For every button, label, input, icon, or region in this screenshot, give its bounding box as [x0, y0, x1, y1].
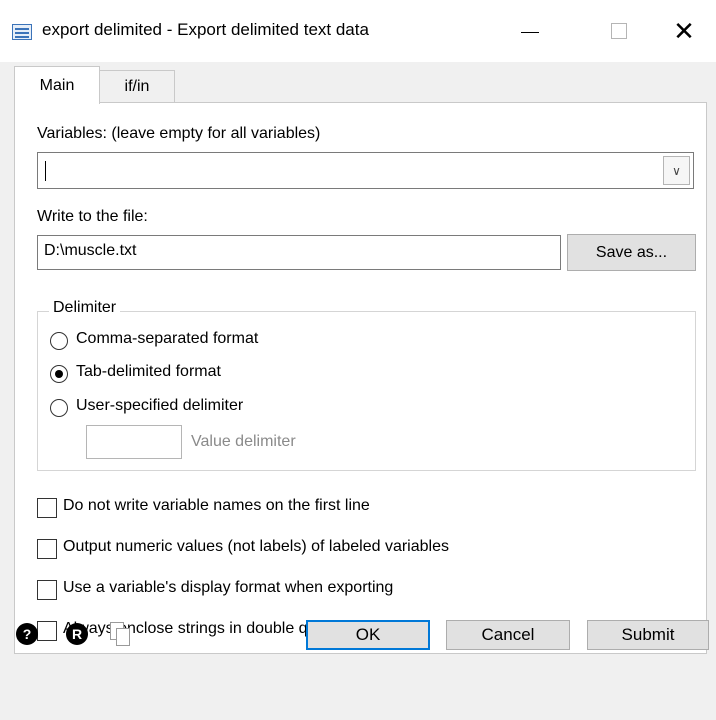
variables-label: Variables: (leave empty for all variable…: [37, 125, 321, 142]
checkbox-no-varnames[interactable]: [37, 498, 57, 518]
value-delimiter-label: Value delimiter: [191, 433, 296, 450]
chevron-down-icon[interactable]: ∨: [663, 156, 690, 185]
radio-tab-label[interactable]: Tab-delimited format: [76, 363, 221, 381]
tab-main[interactable]: Main: [14, 66, 100, 104]
file-path-input[interactable]: D:\muscle.txt: [37, 235, 561, 270]
file-label: Write to the file:: [37, 208, 148, 225]
app-icon: [12, 24, 32, 40]
checkbox-double-quotes[interactable]: [37, 621, 57, 641]
copy-icon[interactable]: [108, 620, 134, 648]
radio-user-label[interactable]: User-specified delimiter: [76, 397, 243, 415]
window-title: export delimited - Export delimited text…: [42, 20, 369, 39]
maximize-button[interactable]: [597, 14, 641, 48]
checkbox-display-format-label[interactable]: Use a variable's display format when exp…: [63, 579, 393, 597]
submit-button[interactable]: Submit: [587, 620, 709, 650]
save-as-button[interactable]: Save as...: [567, 234, 696, 271]
help-icon[interactable]: ?: [16, 623, 38, 645]
delimiter-legend: Delimiter: [49, 299, 121, 317]
text-caret: [45, 161, 46, 181]
value-delimiter-input[interactable]: [86, 425, 182, 459]
checkbox-no-varnames-label[interactable]: Do not write variable names on the first…: [63, 497, 370, 515]
maximize-icon: [611, 23, 627, 39]
main-panel: Variables: (leave empty for all variable…: [14, 102, 707, 654]
tab-if-in[interactable]: if/in: [99, 70, 175, 102]
title-bar: export delimited - Export delimited text…: [0, 0, 716, 62]
checkbox-double-quotes-label[interactable]: Always enclose strings in double quotes: [63, 620, 347, 638]
checkbox-display-format[interactable]: [37, 580, 57, 600]
close-button[interactable]: ✕: [662, 14, 706, 48]
minimize-icon: [521, 31, 539, 33]
checkbox-numeric-values-label[interactable]: Output numeric values (not labels) of la…: [63, 538, 449, 556]
ok-button[interactable]: OK: [306, 620, 430, 650]
variables-combobox[interactable]: ∨: [37, 152, 694, 189]
minimize-button[interactable]: [508, 14, 552, 48]
close-icon: ✕: [673, 16, 695, 46]
cancel-button[interactable]: Cancel: [446, 620, 570, 650]
radio-user[interactable]: [50, 399, 68, 417]
radio-tab[interactable]: [50, 365, 68, 383]
reset-icon[interactable]: R: [66, 623, 88, 645]
copy-icon-front: [116, 628, 130, 646]
radio-comma-label[interactable]: Comma-separated format: [76, 330, 258, 348]
checkbox-numeric-values[interactable]: [37, 539, 57, 559]
radio-comma[interactable]: [50, 332, 68, 350]
